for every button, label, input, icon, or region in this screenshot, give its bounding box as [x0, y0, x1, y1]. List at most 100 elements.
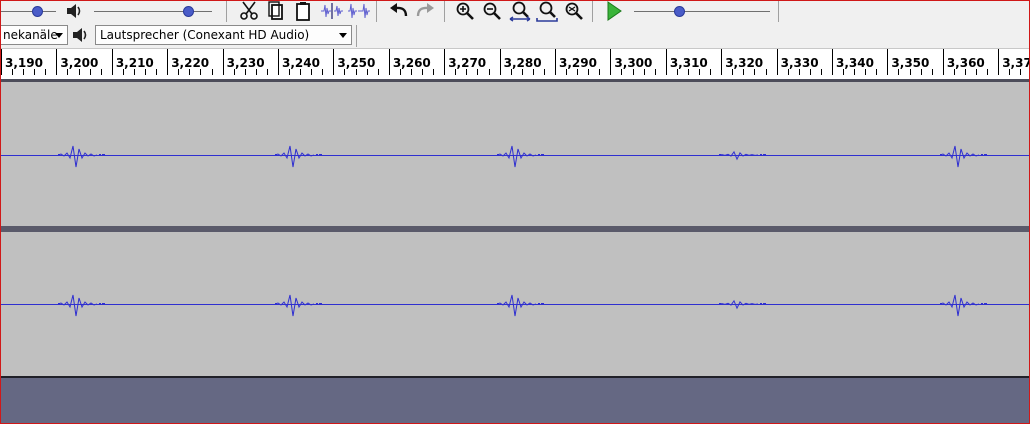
ruler-tick-label: 3,320 — [725, 56, 764, 70]
ruler-minor-tick — [510, 69, 512, 75]
ruler-major-tick — [776, 49, 778, 75]
waveform-click — [719, 299, 766, 310]
ruler-minor-tick — [34, 69, 36, 75]
ruler-major-tick — [832, 49, 833, 75]
play-at-speed-button[interactable] — [603, 0, 625, 21]
ruler-minor-tick — [67, 69, 69, 75]
ruler-minor-tick — [843, 69, 845, 75]
fit-project-icon — [536, 1, 558, 22]
ruler-minor-tick — [732, 69, 734, 75]
ruler-tick-label: 3,210 — [115, 56, 154, 70]
play-at-speed-icon — [607, 0, 622, 21]
ruler-major-tick — [887, 49, 889, 75]
ruler-minor-tick — [577, 69, 579, 75]
waveform-click — [497, 145, 544, 168]
ruler-minor-tick — [865, 69, 867, 75]
ruler-major-tick — [998, 49, 1000, 75]
ruler-minor-tick — [798, 69, 800, 75]
zoom-toggle-button[interactable] — [563, 0, 585, 21]
record-volume-slider[interactable] — [32, 6, 43, 17]
ruler-minor-tick — [355, 69, 357, 75]
redo-icon — [416, 2, 434, 16]
ruler-tick-label: 3,200 — [60, 56, 99, 70]
output-device-value: Lautsprecher (Conexant HD Audio) — [100, 28, 310, 42]
ruler-minor-tick — [178, 69, 180, 75]
ruler-major-tick — [721, 49, 723, 75]
ruler-minor-tick — [244, 69, 246, 75]
cut-button[interactable] — [238, 0, 260, 21]
ruler-major-tick — [167, 49, 169, 75]
recording-channels-select[interactable]: nekanäle — [0, 25, 68, 45]
ruler-minor-tick — [344, 69, 346, 75]
ruler-tick-label: 3,360 — [946, 56, 985, 70]
ruler-minor-tick — [410, 69, 412, 75]
ruler-minor-tick — [743, 69, 745, 75]
track-bottom-border — [0, 376, 1030, 378]
paste-button[interactable] — [292, 0, 314, 21]
ruler-minor-tick — [654, 69, 656, 75]
play-speed-track — [634, 11, 770, 12]
ruler-major-tick — [1, 49, 2, 75]
waveform-click — [497, 294, 544, 317]
ruler-minor-tick — [987, 69, 989, 75]
ruler-major-tick — [610, 49, 612, 75]
undo-button[interactable] — [388, 0, 410, 21]
ruler-minor-tick — [12, 69, 14, 75]
ruler-minor-tick — [455, 69, 457, 75]
copy-button[interactable] — [265, 0, 287, 21]
volume-icon — [64, 0, 86, 21]
paste-icon — [296, 1, 310, 21]
ruler-minor-tick — [122, 69, 124, 75]
play-speed-slider[interactable] — [674, 6, 685, 17]
ruler-major-tick — [555, 49, 556, 75]
ruler-minor-tick — [1009, 69, 1011, 75]
ruler-minor-tick — [433, 69, 435, 75]
ruler-minor-tick — [820, 69, 822, 75]
ruler-minor-tick — [532, 69, 534, 75]
cut-icon — [240, 1, 258, 20]
ruler-minor-tick — [311, 69, 313, 75]
waveform-click — [275, 145, 322, 168]
fit-selection-button[interactable] — [509, 0, 531, 22]
ruler-minor-tick — [300, 69, 302, 75]
ruler-tick-label: 3,330 — [780, 56, 819, 70]
waveform-click — [940, 145, 987, 168]
ruler-minor-tick — [422, 69, 424, 75]
ruler-tick-label: 3,350 — [891, 56, 930, 70]
silence-button[interactable] — [347, 0, 371, 21]
output-device-select[interactable]: Lautsprecher (Conexant HD Audio) — [95, 25, 352, 45]
playback-volume-slider[interactable] — [183, 6, 194, 17]
timeline-ruler[interactable]: 3,190 3,200 3,210 3,220 3,230 3,240 3,250 3,260… — [0, 49, 1030, 79]
zoom-out-icon — [483, 2, 501, 20]
ruler-minor-tick — [964, 69, 966, 75]
fit-selection-icon — [509, 1, 531, 22]
ruler-major-tick — [222, 49, 224, 75]
ruler-minor-tick — [920, 69, 922, 75]
record-volume-track — [0, 11, 56, 12]
chevron-down-icon — [339, 33, 347, 38]
fit-project-button[interactable] — [536, 0, 558, 22]
ruler-minor-tick — [477, 69, 479, 75]
copy-icon — [268, 0, 283, 20]
redo-button[interactable] — [414, 0, 436, 21]
ruler-tick-label: 3,300 — [614, 56, 653, 70]
ruler-minor-tick — [78, 69, 80, 75]
ruler-minor-tick — [809, 69, 811, 75]
ruler-minor-tick — [765, 69, 767, 75]
ruler-tick-label: 3,260 — [392, 56, 431, 70]
zoom-in-button[interactable] — [455, 0, 477, 21]
ruler-tick-label: 3,340 — [836, 56, 874, 70]
ruler-minor-tick — [621, 69, 623, 75]
ruler-minor-tick — [45, 69, 47, 75]
ruler-minor-tick — [643, 69, 645, 75]
trim-button[interactable] — [320, 0, 344, 21]
ruler-minor-tick — [266, 69, 268, 75]
ruler-minor-tick — [89, 69, 91, 75]
zoom-out-button[interactable] — [482, 0, 504, 21]
ruler-minor-tick — [521, 69, 523, 75]
ruler-minor-tick — [23, 69, 25, 75]
ruler-tick-label: 3,270 — [448, 56, 487, 70]
ruler-minor-tick — [976, 69, 978, 75]
ruler-minor-tick — [710, 69, 712, 75]
ruler-major-tick — [278, 49, 279, 75]
